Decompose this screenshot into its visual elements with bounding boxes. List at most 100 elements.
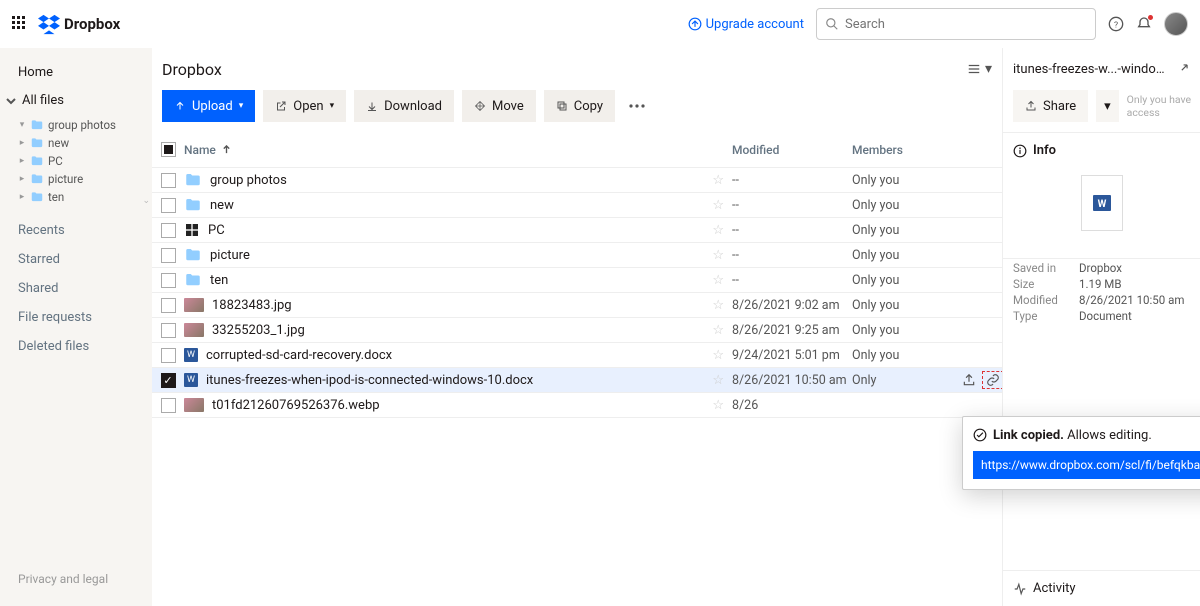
copied-link-input[interactable] <box>973 451 1200 479</box>
row-checkbox[interactable] <box>161 323 176 338</box>
upgrade-link[interactable]: Upgrade account <box>688 17 804 32</box>
row-checkbox[interactable] <box>161 298 176 313</box>
star-icon[interactable]: ☆ <box>712 298 724 313</box>
word-doc-icon: W <box>184 373 198 387</box>
folder-icon <box>184 271 202 289</box>
table-row[interactable]: 18823483.jpg☆8/26/2021 9:02 amOnly you <box>152 293 1002 318</box>
tree-item[interactable]: ▸new <box>0 134 152 152</box>
table-row[interactable]: Wcorrupted-sd-card-recovery.docx☆9/24/20… <box>152 343 1002 368</box>
star-icon[interactable]: ☆ <box>712 323 724 338</box>
move-icon <box>474 100 486 112</box>
upload-icon <box>174 100 186 112</box>
notifications-icon[interactable] <box>1136 16 1152 32</box>
folder-icon <box>184 196 202 214</box>
col-name[interactable]: Name <box>184 143 732 157</box>
star-icon[interactable]: ☆ <box>712 348 724 363</box>
star-icon[interactable]: ☆ <box>712 173 724 188</box>
activity-button[interactable]: Activity <box>1003 570 1200 606</box>
nav-all-files[interactable]: All files <box>0 87 152 114</box>
table-row[interactable]: ✓ Witunes-freezes-when-ipod-is-connected-… <box>152 368 1002 393</box>
folder-icon <box>30 172 44 186</box>
table-row[interactable]: ten☆--Only you <box>152 268 1002 293</box>
nav-link[interactable]: Starred <box>0 245 152 274</box>
search-input[interactable] <box>845 17 1087 32</box>
tree-item-label: PC <box>48 154 63 168</box>
row-share-icon[interactable] <box>962 373 976 387</box>
star-icon[interactable]: ☆ <box>712 223 724 238</box>
share-button[interactable]: Share <box>1013 90 1088 122</box>
download-button[interactable]: Download <box>354 90 454 122</box>
star-icon[interactable]: ☆ <box>712 198 724 213</box>
apps-launcher-icon[interactable] <box>12 16 28 32</box>
table-row[interactable]: PC☆--Only you <box>152 218 1002 243</box>
row-name: group photos <box>210 173 287 188</box>
image-thumbnail <box>184 398 204 412</box>
row-checkbox[interactable]: ✓ <box>161 373 176 388</box>
row-checkbox[interactable] <box>161 223 176 238</box>
row-link-icon[interactable] <box>982 371 1002 389</box>
row-checkbox[interactable] <box>161 398 176 413</box>
row-name: new <box>210 198 234 213</box>
row-members: Only you <box>852 323 962 338</box>
word-doc-icon: W <box>184 348 198 362</box>
nav-home[interactable]: Home <box>0 58 152 87</box>
table-row[interactable]: group photos☆--Only you <box>152 168 1002 193</box>
row-checkbox[interactable] <box>161 348 176 363</box>
chevron-down-icon <box>6 96 16 106</box>
expand-icon: ▾ <box>18 120 26 130</box>
nav-link[interactable]: File requests <box>0 303 152 332</box>
folder-icon <box>30 136 44 150</box>
select-all-checkbox[interactable] <box>161 142 176 157</box>
image-thumbnail <box>184 323 204 337</box>
tree-item[interactable]: ▸picture <box>0 170 152 188</box>
open-button[interactable]: Open ▾ <box>263 90 346 122</box>
table-row[interactable]: 33255203_1.jpg☆8/26/2021 9:25 amOnly you <box>152 318 1002 343</box>
sidebar: Home All files ▾ group photos ▸new▸PC▸pict… <box>0 48 152 606</box>
nav-link[interactable]: Recents <box>0 216 152 245</box>
row-checkbox[interactable] <box>161 173 176 188</box>
help-icon[interactable]: ? <box>1108 16 1124 32</box>
star-icon[interactable]: ☆ <box>712 373 724 388</box>
row-members: Only you <box>852 198 962 213</box>
chevron-down-icon: ▾ <box>330 101 335 111</box>
table-row[interactable]: new☆--Only you <box>152 193 1002 218</box>
upload-button[interactable]: Upload ▾ <box>162 90 255 122</box>
copy-button[interactable]: Copy <box>544 90 615 122</box>
tree-item[interactable]: ▸PC <box>0 152 152 170</box>
nav-link[interactable]: Shared <box>0 274 152 303</box>
sort-arrow-icon <box>222 145 231 154</box>
table-row[interactable]: t01fd21260769526376.webp☆8/26 <box>152 393 1002 418</box>
row-modified: 8/26/2021 9:25 am <box>732 323 852 338</box>
nav-link[interactable]: Deleted files <box>0 332 152 361</box>
row-name: 18823483.jpg <box>212 298 292 313</box>
row-checkbox[interactable] <box>161 248 176 263</box>
tree-item[interactable]: ▾ group photos <box>0 116 152 134</box>
chevron-down-icon: ▾ <box>239 101 244 111</box>
star-icon[interactable]: ☆ <box>712 248 724 263</box>
open-external-icon[interactable] <box>1176 62 1190 76</box>
move-button[interactable]: Move <box>462 90 536 122</box>
notification-dot <box>1148 15 1153 20</box>
share-dropdown[interactable]: ▾ <box>1096 90 1119 122</box>
row-name: itunes-freezes-when-ipod-is-connected-wi… <box>206 373 533 388</box>
tree-item-label: group photos <box>48 118 116 132</box>
more-actions-button[interactable] <box>623 98 651 114</box>
legal-link[interactable]: Privacy and legal <box>0 562 152 596</box>
star-icon[interactable]: ☆ <box>712 398 724 413</box>
col-modified[interactable]: Modified <box>732 143 852 157</box>
star-icon[interactable]: ☆ <box>712 273 724 288</box>
account-avatar[interactable] <box>1164 12 1188 36</box>
col-members[interactable]: Members <box>852 143 962 157</box>
view-options[interactable]: ▾ <box>967 61 992 77</box>
row-checkbox[interactable] <box>161 273 176 288</box>
tree-item-label: ten <box>48 190 64 204</box>
search-bar[interactable] <box>816 8 1096 40</box>
row-name: t01fd21260769526376.webp <box>212 398 380 413</box>
row-modified: -- <box>732 248 852 263</box>
row-checkbox[interactable] <box>161 198 176 213</box>
tree-item[interactable]: ▸ten <box>0 188 152 206</box>
table-row[interactable]: picture☆--Only you <box>152 243 1002 268</box>
brand-logo[interactable]: Dropbox <box>38 13 120 35</box>
row-name: picture <box>210 248 250 263</box>
image-thumbnail <box>184 298 204 312</box>
